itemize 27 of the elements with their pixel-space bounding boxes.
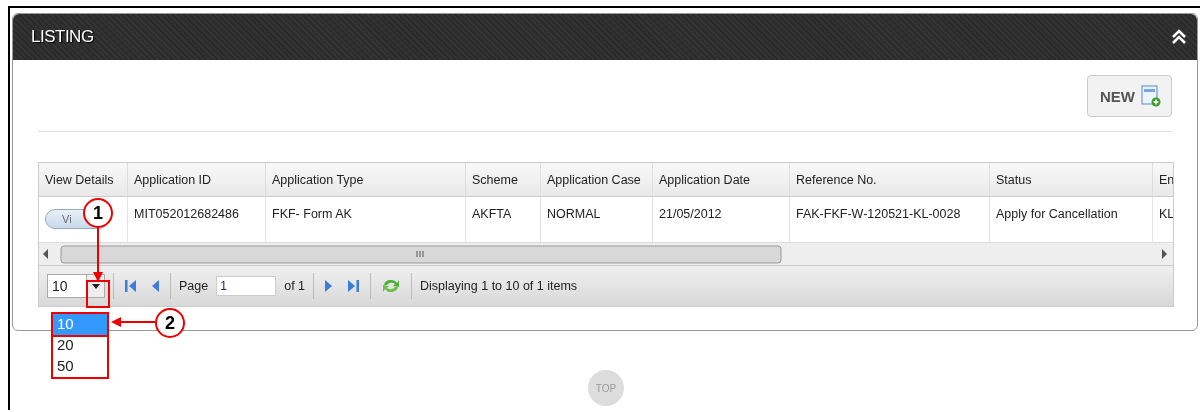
- refresh-icon: [381, 277, 402, 295]
- column-header[interactable]: Status: [990, 163, 1153, 197]
- column-header[interactable]: Application ID: [128, 163, 266, 197]
- caret-icon: [91, 283, 100, 289]
- page-size-select[interactable]: 10: [47, 274, 105, 298]
- panel-title: LISTING: [31, 27, 94, 47]
- new-button[interactable]: NEW: [1087, 75, 1172, 117]
- column-header[interactable]: View Details: [39, 163, 128, 197]
- column-header[interactable]: Application Date: [653, 163, 790, 197]
- page-count: of 1: [284, 279, 306, 293]
- page-label: Page: [179, 279, 209, 293]
- last-page-icon: [346, 278, 361, 294]
- column-header[interactable]: En: [1153, 163, 1173, 197]
- callout-arrow: [93, 227, 103, 282]
- highlight-frame: [86, 280, 110, 308]
- pager-summary: Displaying 1 to 10 of 1 items: [420, 279, 578, 293]
- previous-page-icon: [150, 278, 160, 294]
- column-header[interactable]: Reference No.: [790, 163, 990, 197]
- callout-number: 2: [155, 308, 185, 338]
- column-header[interactable]: Application Type: [266, 163, 466, 197]
- column-header[interactable]: Scheme: [466, 163, 541, 197]
- column-header[interactable]: Application Case: [541, 163, 653, 197]
- callout-arrow: [111, 317, 156, 327]
- first-page-icon: [124, 278, 138, 294]
- page-input[interactable]: 1: [216, 276, 277, 296]
- collapse-icon[interactable]: [1171, 29, 1187, 45]
- new-document-icon: [1141, 85, 1161, 107]
